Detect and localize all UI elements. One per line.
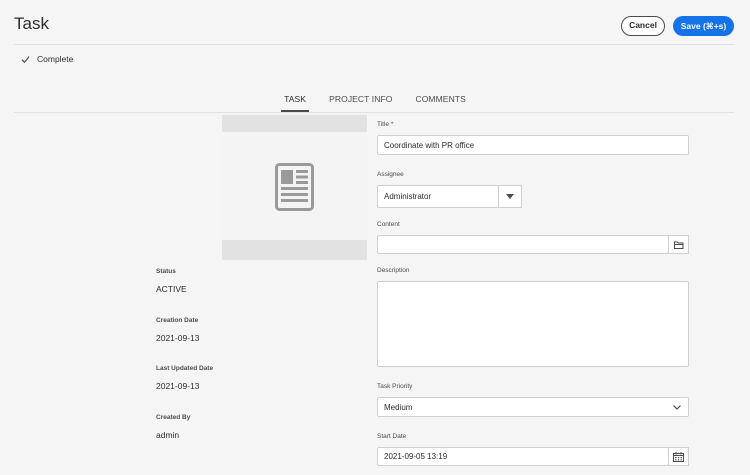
tabs-divider (14, 112, 734, 113)
status-label: Status (156, 268, 176, 275)
last-updated-value: 2021-09-13 (156, 381, 200, 391)
last-updated-label: Last Updated Date (156, 365, 214, 372)
page-title: Task (14, 14, 49, 33)
start-date-label: Start Date (377, 433, 407, 440)
browse-content-button[interactable] (668, 235, 689, 254)
title-label: Title * (377, 121, 394, 128)
task-priority-label: Task Priority (377, 383, 413, 390)
description-textarea[interactable] (377, 281, 689, 367)
creation-date-value: 2021-09-13 (156, 333, 200, 343)
assignee-field[interactable]: Administrator (377, 185, 499, 208)
tab-task[interactable]: TASK (281, 92, 310, 112)
folder-icon (673, 241, 683, 249)
calendar-button[interactable] (668, 447, 689, 466)
tab-project-info[interactable]: PROJECT INFO (326, 92, 395, 111)
tab-bar: TASK PROJECT INFO COMMENTS (0, 92, 750, 112)
complete-toggle[interactable]: Complete (21, 54, 73, 64)
start-date-input[interactable]: 2021-09-05 13:19 (377, 447, 669, 466)
created-by-label: Created By (156, 414, 191, 421)
save-button[interactable]: Save (⌘+s) (673, 16, 734, 36)
header-divider (14, 44, 734, 45)
content-thumbnail (222, 115, 367, 260)
assignee-label: Assignee (377, 171, 404, 178)
content-label: Content (377, 221, 400, 228)
created-by-value: admin (156, 430, 180, 440)
assignee-dropdown-button[interactable] (498, 185, 522, 208)
caret-down-icon (506, 194, 514, 199)
cancel-button[interactable]: Cancel (621, 16, 665, 36)
document-icon (275, 163, 314, 211)
title-input[interactable]: Coordinate with PR office (377, 135, 689, 155)
checkmark-icon (21, 55, 30, 63)
complete-label: Complete (37, 54, 74, 64)
creation-date-label: Creation Date (156, 317, 199, 324)
tab-comments[interactable]: COMMENTS (412, 92, 468, 111)
chevron-down-icon (673, 405, 681, 410)
task-priority-value: Medium (384, 402, 413, 412)
description-label: Description (377, 267, 410, 274)
content-input[interactable] (377, 235, 669, 254)
task-priority-select[interactable]: Medium (377, 397, 689, 417)
calendar-icon (673, 451, 684, 462)
status-value: ACTIVE (156, 284, 187, 294)
